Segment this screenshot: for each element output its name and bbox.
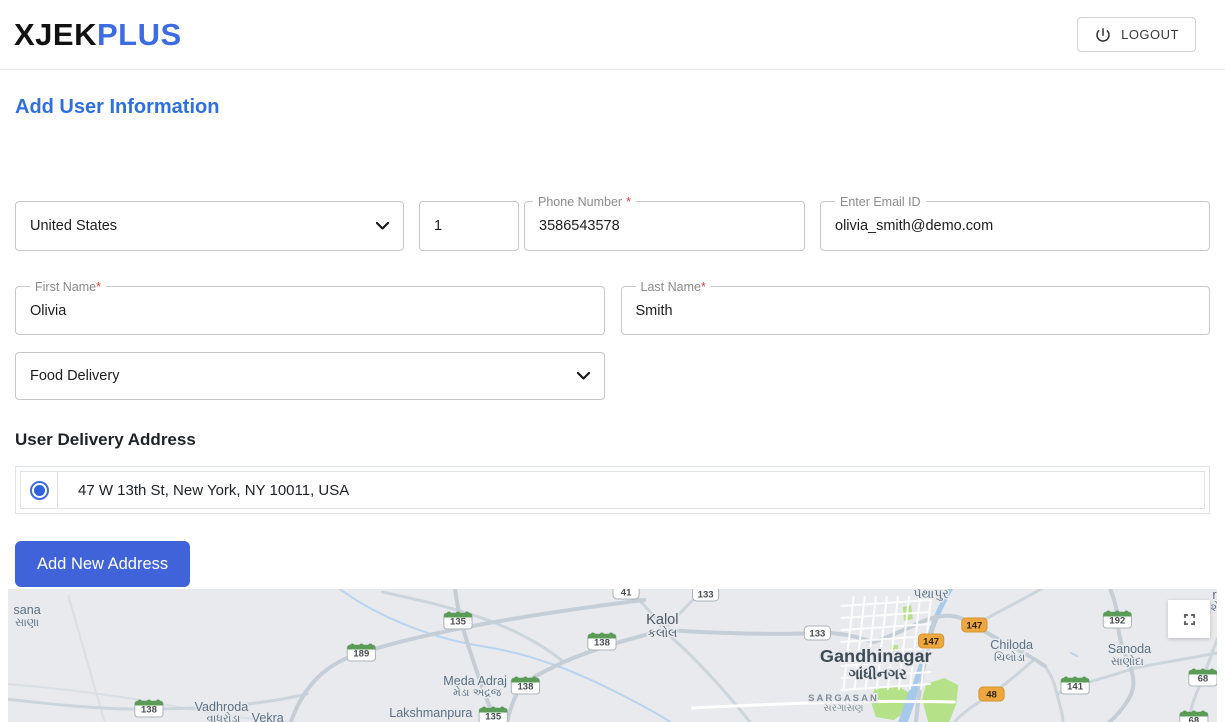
required-asterisk: * bbox=[701, 280, 706, 294]
map[interactable]: 1891351381381351384113313314714748192141… bbox=[8, 589, 1217, 722]
app-header: XJEKPLUS LOGOUT bbox=[0, 0, 1225, 70]
map-place-label: ચિલોડા bbox=[994, 651, 1026, 664]
fullscreen-button[interactable] bbox=[1168, 600, 1210, 638]
map-place-label: વાધરોડા bbox=[207, 712, 241, 722]
svg-text:138: 138 bbox=[517, 682, 533, 693]
map-canvas: 1891351381381351384113313314714748192141… bbox=[8, 589, 1217, 722]
map-shields: 1891351381381351384113313314714748192141… bbox=[135, 589, 1217, 722]
map-road-shield: 48 bbox=[979, 687, 1004, 701]
svg-text:189: 189 bbox=[353, 649, 369, 660]
map-road-shield: 41 bbox=[613, 589, 639, 599]
required-asterisk: * bbox=[626, 195, 631, 209]
chevron-down-icon bbox=[376, 218, 389, 234]
map-road-shield: 68 bbox=[1180, 711, 1208, 722]
map-labels: sanaસાણા Vadhrodaવાધરોડા Vekra Lakshmanpura… bbox=[13, 589, 1217, 722]
name-row: First Name* Last Name* bbox=[15, 286, 1210, 335]
svg-text:133: 133 bbox=[698, 590, 714, 601]
map-road-shield: 147 bbox=[962, 618, 987, 632]
map-place-label: ris bbox=[1212, 589, 1217, 602]
svg-text:147: 147 bbox=[966, 621, 982, 632]
map-place-label: Vekra bbox=[252, 711, 284, 722]
map-secondary-roads bbox=[8, 589, 1217, 722]
svg-text:138: 138 bbox=[141, 705, 157, 716]
svg-text:141: 141 bbox=[1067, 682, 1084, 693]
contact-row: United States Phone Number* Enter Email … bbox=[15, 201, 1210, 251]
svg-text:68: 68 bbox=[1189, 716, 1200, 722]
email-label: Enter Email ID bbox=[835, 194, 926, 210]
map-road-shield: 138 bbox=[511, 677, 539, 695]
map-place-label: શેર bbox=[1211, 601, 1217, 614]
svg-text:135: 135 bbox=[485, 712, 502, 722]
country-select[interactable]: United States bbox=[15, 201, 404, 251]
address-radio[interactable] bbox=[30, 481, 49, 500]
map-road-shield: 68 bbox=[1189, 669, 1217, 687]
email-field: Enter Email ID bbox=[820, 201, 1210, 251]
map-road-shield: 133 bbox=[693, 589, 719, 601]
map-place-label: sana bbox=[13, 603, 40, 617]
power-icon bbox=[1094, 26, 1112, 44]
map-place-label: Gandhinagar bbox=[820, 646, 932, 666]
first-name-label: First Name* bbox=[30, 279, 106, 295]
map-road-shield: 138 bbox=[135, 700, 163, 718]
svg-text:68: 68 bbox=[1198, 674, 1209, 685]
address-list: 47 W 13th St, New York, NY 10011, USA bbox=[15, 466, 1210, 514]
address-radio-cell bbox=[21, 472, 58, 508]
phone-code-input[interactable] bbox=[420, 202, 518, 250]
address-option[interactable]: 47 W 13th St, New York, NY 10011, USA bbox=[20, 471, 1205, 509]
map-place-label: Vadhroda bbox=[195, 700, 249, 714]
logo-primary: XJEK bbox=[14, 17, 97, 52]
map-road-shield: 138 bbox=[588, 633, 616, 651]
svg-text:133: 133 bbox=[809, 629, 825, 640]
chevron-down-icon bbox=[577, 368, 590, 384]
logout-button[interactable]: LOGOUT bbox=[1077, 17, 1196, 52]
svg-text:138: 138 bbox=[594, 638, 610, 649]
last-name-field: Last Name* bbox=[621, 286, 1211, 335]
add-new-address-button[interactable]: Add New Address bbox=[15, 541, 190, 587]
map-place-label: કલોલ bbox=[647, 626, 677, 640]
svg-text:192: 192 bbox=[1109, 616, 1125, 627]
fullscreen-icon bbox=[1180, 610, 1199, 629]
app-logo[interactable]: XJEKPLUS bbox=[14, 17, 182, 53]
phone-number-field: Phone Number* bbox=[524, 201, 805, 251]
phone-number-label: Phone Number* bbox=[533, 194, 636, 210]
phone-code-field bbox=[419, 201, 519, 251]
map-road-shield: 135 bbox=[444, 612, 472, 630]
map-road-shield: 135 bbox=[479, 707, 507, 722]
address-text: 47 W 13th St, New York, NY 10011, USA bbox=[58, 472, 349, 508]
map-place-label: સરગાસણ bbox=[824, 703, 864, 714]
svg-text:48: 48 bbox=[986, 690, 997, 701]
map-road-shield: 189 bbox=[347, 644, 375, 662]
map-place-label: Chiloda bbox=[990, 638, 1033, 652]
logout-label: LOGOUT bbox=[1121, 27, 1179, 42]
service-type-select[interactable]: Food Delivery bbox=[15, 352, 605, 400]
svg-text:41: 41 bbox=[621, 589, 632, 598]
map-place-label: Meda Adraj bbox=[443, 674, 507, 688]
map-place-label: સાણા bbox=[15, 617, 39, 629]
required-asterisk: * bbox=[96, 280, 101, 294]
service-type-value: Food Delivery bbox=[30, 368, 119, 384]
map-road-shield: 141 bbox=[1061, 677, 1089, 695]
map-road-shield: 192 bbox=[1103, 611, 1131, 629]
map-place-label: સાણોદા bbox=[1111, 655, 1144, 668]
map-place-label: મેડા અદ્રજ bbox=[453, 686, 502, 699]
map-place-label: Sanoda bbox=[1108, 642, 1151, 656]
country-select-value: United States bbox=[30, 218, 117, 234]
last-name-label: Last Name* bbox=[636, 279, 711, 295]
first-name-field: First Name* bbox=[15, 286, 605, 335]
radio-dot bbox=[34, 485, 45, 496]
section-title-delivery-address: User Delivery Address bbox=[15, 430, 1210, 450]
map-place-label: ગાંધીનગર bbox=[849, 665, 907, 683]
main-content: Add User Information United States Phone… bbox=[0, 96, 1225, 587]
svg-text:135: 135 bbox=[450, 617, 467, 628]
map-place-label: Lakshmanpura bbox=[389, 706, 472, 720]
map-place-label: પેથાપુર bbox=[913, 589, 949, 601]
page-title: Add User Information bbox=[15, 96, 1210, 119]
logo-accent: PLUS bbox=[97, 17, 182, 52]
map-road-shield: 133 bbox=[804, 626, 830, 640]
